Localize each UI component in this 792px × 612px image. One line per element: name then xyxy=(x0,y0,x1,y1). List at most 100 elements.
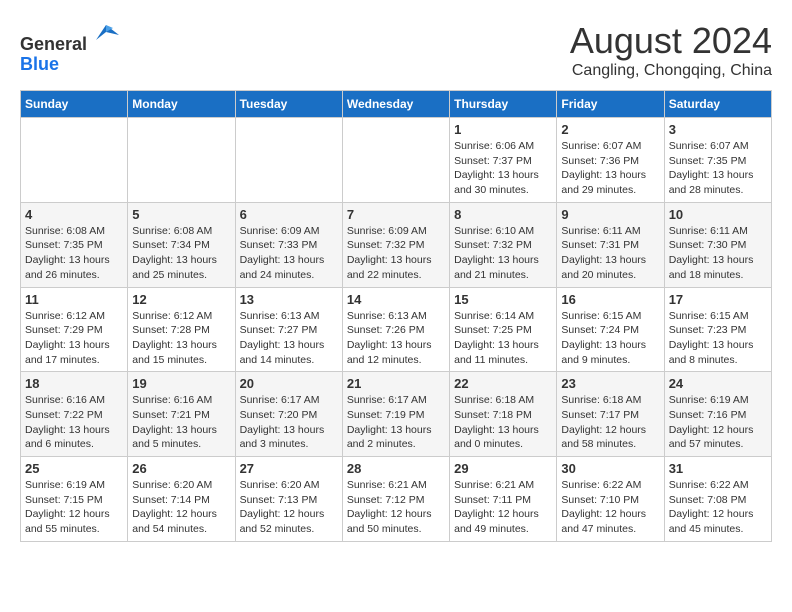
weekday-header-saturday: Saturday xyxy=(664,91,771,118)
calendar-day-cell: 16Sunrise: 6:15 AM Sunset: 7:24 PM Dayli… xyxy=(557,287,664,372)
day-info: Sunrise: 6:07 AM Sunset: 7:35 PM Dayligh… xyxy=(669,139,767,198)
logo-general: General xyxy=(20,34,87,54)
day-number: 26 xyxy=(132,461,230,476)
day-number: 27 xyxy=(240,461,338,476)
calendar-day-cell: 24 Sunrise: 6:19 AM Sunset: 7:16 PM Dayli… xyxy=(664,372,771,457)
day-number: 2 xyxy=(561,122,659,137)
day-info: Sunrise: 6:12 AM Sunset: 7:29 PM Dayligh… xyxy=(25,309,123,368)
day-info: Sunrise: 6:17 AM Sunset: 7:19 PM Dayligh… xyxy=(347,393,445,452)
calendar-day-cell: 26 Sunrise: 6:20 AM Sunset: 7:14 PM Dayli… xyxy=(128,457,235,542)
calendar-day-cell: 22 Sunrise: 6:18 AM Sunset: 7:18 PM Dayli… xyxy=(450,372,557,457)
day-info: Sunrise: 6:18 AM Sunset: 7:17 PM Dayligh… xyxy=(561,393,659,452)
logo-blue: Blue xyxy=(20,54,59,74)
day-info: Sunrise: 6:16 AM Sunset: 7:22 PM Dayligh… xyxy=(25,393,123,452)
calendar-week-row: 25 Sunrise: 6:19 AM Sunset: 7:15 PM Dayli… xyxy=(21,457,772,542)
calendar-day-cell: 10 Sunrise: 6:11 AM Sunset: 7:30 PM Dayli… xyxy=(664,202,771,287)
calendar-day-cell: 17 Sunrise: 6:15 AM Sunset: 7:23 PM Dayli… xyxy=(664,287,771,372)
calendar-day-cell: 20 Sunrise: 6:17 AM Sunset: 7:20 PM Dayli… xyxy=(235,372,342,457)
day-number: 30 xyxy=(561,461,659,476)
calendar-day-cell: 11 Sunrise: 6:12 AM Sunset: 7:29 PM Dayli… xyxy=(21,287,128,372)
day-info: Sunrise: 6:08 AM Sunset: 7:34 PM Dayligh… xyxy=(132,224,230,283)
calendar-day-cell: 23 Sunrise: 6:18 AM Sunset: 7:17 PM Dayli… xyxy=(557,372,664,457)
day-info: Sunrise: 6:14 AM Sunset: 7:25 PM Dayligh… xyxy=(454,309,552,368)
calendar-week-row: 18Sunrise: 6:16 AM Sunset: 7:22 PM Dayli… xyxy=(21,372,772,457)
day-info: Sunrise: 6:18 AM Sunset: 7:18 PM Dayligh… xyxy=(454,393,552,452)
day-number: 25 xyxy=(25,461,123,476)
calendar-week-row: 4Sunrise: 6:08 AM Sunset: 7:35 PM Daylig… xyxy=(21,202,772,287)
calendar-day-cell: 2 Sunrise: 6:07 AM Sunset: 7:36 PM Daylig… xyxy=(557,118,664,203)
day-info: Sunrise: 6:13 AM Sunset: 7:26 PM Dayligh… xyxy=(347,309,445,368)
day-info: Sunrise: 6:17 AM Sunset: 7:20 PM Dayligh… xyxy=(240,393,338,452)
day-number: 11 xyxy=(25,292,123,307)
day-info: Sunrise: 6:09 AM Sunset: 7:33 PM Dayligh… xyxy=(240,224,338,283)
calendar-day-cell: 5 Sunrise: 6:08 AM Sunset: 7:34 PM Daylig… xyxy=(128,202,235,287)
calendar-day-cell: 18Sunrise: 6:16 AM Sunset: 7:22 PM Dayli… xyxy=(21,372,128,457)
calendar-day-cell: 3 Sunrise: 6:07 AM Sunset: 7:35 PM Daylig… xyxy=(664,118,771,203)
day-number: 31 xyxy=(669,461,767,476)
day-number: 10 xyxy=(669,207,767,222)
day-number: 19 xyxy=(132,376,230,391)
day-info: Sunrise: 6:15 AM Sunset: 7:23 PM Dayligh… xyxy=(669,309,767,368)
day-number: 24 xyxy=(669,376,767,391)
title-block: August 2024 Cangling, Chongqing, China xyxy=(570,20,772,80)
day-info: Sunrise: 6:16 AM Sunset: 7:21 PM Dayligh… xyxy=(132,393,230,452)
location-subtitle: Cangling, Chongqing, China xyxy=(570,62,772,80)
day-number: 14 xyxy=(347,292,445,307)
day-info: Sunrise: 6:11 AM Sunset: 7:30 PM Dayligh… xyxy=(669,224,767,283)
day-info: Sunrise: 6:09 AM Sunset: 7:32 PM Dayligh… xyxy=(347,224,445,283)
calendar-day-cell: 30Sunrise: 6:22 AM Sunset: 7:10 PM Dayli… xyxy=(557,457,664,542)
day-info: Sunrise: 6:19 AM Sunset: 7:16 PM Dayligh… xyxy=(669,393,767,452)
day-number: 20 xyxy=(240,376,338,391)
day-number: 15 xyxy=(454,292,552,307)
day-info: Sunrise: 6:19 AM Sunset: 7:15 PM Dayligh… xyxy=(25,478,123,537)
day-number: 21 xyxy=(347,376,445,391)
day-info: Sunrise: 6:06 AM Sunset: 7:37 PM Dayligh… xyxy=(454,139,552,198)
day-info: Sunrise: 6:21 AM Sunset: 7:12 PM Dayligh… xyxy=(347,478,445,537)
day-number: 8 xyxy=(454,207,552,222)
day-number: 28 xyxy=(347,461,445,476)
weekday-header-tuesday: Tuesday xyxy=(235,91,342,118)
day-number: 3 xyxy=(669,122,767,137)
day-number: 13 xyxy=(240,292,338,307)
weekday-header-friday: Friday xyxy=(557,91,664,118)
calendar-day-cell: 1Sunrise: 6:06 AM Sunset: 7:37 PM Daylig… xyxy=(450,118,557,203)
day-number: 6 xyxy=(240,207,338,222)
day-number: 23 xyxy=(561,376,659,391)
calendar-day-cell: 31 Sunrise: 6:22 AM Sunset: 7:08 PM Dayli… xyxy=(664,457,771,542)
calendar-day-cell: 6 Sunrise: 6:09 AM Sunset: 7:33 PM Daylig… xyxy=(235,202,342,287)
day-number: 5 xyxy=(132,207,230,222)
calendar-day-cell: 9 Sunrise: 6:11 AM Sunset: 7:31 PM Daylig… xyxy=(557,202,664,287)
calendar-day-cell: 4Sunrise: 6:08 AM Sunset: 7:35 PM Daylig… xyxy=(21,202,128,287)
day-number: 22 xyxy=(454,376,552,391)
calendar-day-cell: 21 Sunrise: 6:17 AM Sunset: 7:19 PM Dayli… xyxy=(342,372,449,457)
calendar-table: SundayMondayTuesdayWednesdayThursdayFrid… xyxy=(20,90,772,542)
weekday-header-row: SundayMondayTuesdayWednesdayThursdayFrid… xyxy=(21,91,772,118)
calendar-day-cell: 14 Sunrise: 6:13 AM Sunset: 7:26 PM Dayli… xyxy=(342,287,449,372)
calendar-day-cell: 25 Sunrise: 6:19 AM Sunset: 7:15 PM Dayli… xyxy=(21,457,128,542)
day-info: Sunrise: 6:11 AM Sunset: 7:31 PM Dayligh… xyxy=(561,224,659,283)
calendar-day-cell: 27 Sunrise: 6:20 AM Sunset: 7:13 PM Dayli… xyxy=(235,457,342,542)
day-info: Sunrise: 6:07 AM Sunset: 7:36 PM Dayligh… xyxy=(561,139,659,198)
weekday-header-thursday: Thursday xyxy=(450,91,557,118)
empty-calendar-cell xyxy=(21,118,128,203)
empty-calendar-cell xyxy=(342,118,449,203)
day-info: Sunrise: 6:08 AM Sunset: 7:35 PM Dayligh… xyxy=(25,224,123,283)
day-info: Sunrise: 6:13 AM Sunset: 7:27 PM Dayligh… xyxy=(240,309,338,368)
day-info: Sunrise: 6:22 AM Sunset: 7:08 PM Dayligh… xyxy=(669,478,767,537)
page-header: General Blue August 2024 Cangling, Chong… xyxy=(20,20,772,80)
day-number: 17 xyxy=(669,292,767,307)
calendar-day-cell: 8 Sunrise: 6:10 AM Sunset: 7:32 PM Daylig… xyxy=(450,202,557,287)
day-info: Sunrise: 6:20 AM Sunset: 7:13 PM Dayligh… xyxy=(240,478,338,537)
weekday-header-sunday: Sunday xyxy=(21,91,128,118)
calendar-day-cell: 29Sunrise: 6:21 AM Sunset: 7:11 PM Dayli… xyxy=(450,457,557,542)
day-number: 7 xyxy=(347,207,445,222)
empty-calendar-cell xyxy=(128,118,235,203)
calendar-day-cell: 28 Sunrise: 6:21 AM Sunset: 7:12 PM Dayli… xyxy=(342,457,449,542)
calendar-week-row: 1Sunrise: 6:06 AM Sunset: 7:37 PM Daylig… xyxy=(21,118,772,203)
day-number: 9 xyxy=(561,207,659,222)
day-info: Sunrise: 6:10 AM Sunset: 7:32 PM Dayligh… xyxy=(454,224,552,283)
day-info: Sunrise: 6:20 AM Sunset: 7:14 PM Dayligh… xyxy=(132,478,230,537)
day-info: Sunrise: 6:21 AM Sunset: 7:11 PM Dayligh… xyxy=(454,478,552,537)
logo-bird-icon xyxy=(91,20,121,50)
logo: General Blue xyxy=(20,20,121,75)
